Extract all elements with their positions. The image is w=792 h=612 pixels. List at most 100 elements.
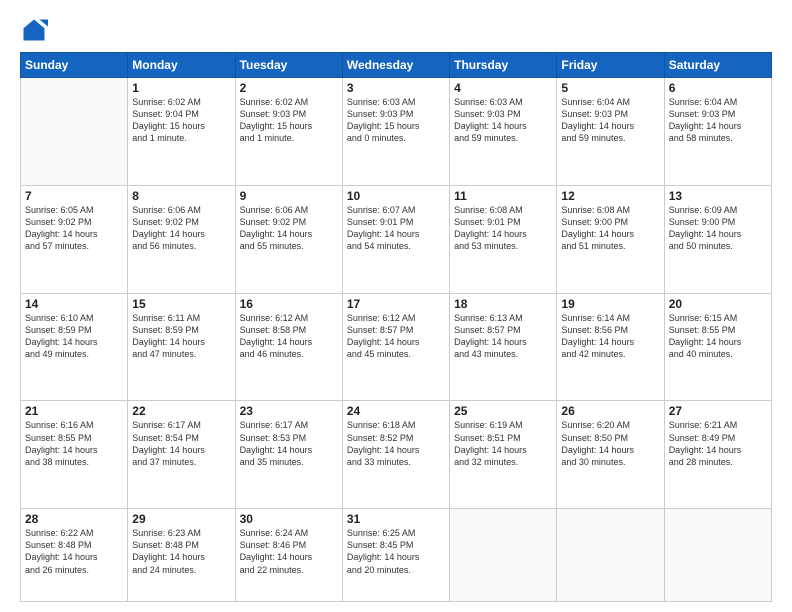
cell-info-text: Sunrise: 6:11 AM Sunset: 8:59 PM Dayligh… — [132, 312, 230, 361]
cell-date-number: 29 — [132, 512, 230, 526]
cell-date-number: 2 — [240, 81, 338, 95]
calendar-cell: 16Sunrise: 6:12 AM Sunset: 8:58 PM Dayli… — [235, 293, 342, 401]
logo-icon — [20, 16, 48, 44]
cell-info-text: Sunrise: 6:20 AM Sunset: 8:50 PM Dayligh… — [561, 419, 659, 468]
cell-info-text: Sunrise: 6:17 AM Sunset: 8:53 PM Dayligh… — [240, 419, 338, 468]
calendar-week-5: 28Sunrise: 6:22 AM Sunset: 8:48 PM Dayli… — [21, 509, 772, 602]
cell-date-number: 16 — [240, 297, 338, 311]
day-header-friday: Friday — [557, 53, 664, 78]
calendar-cell: 25Sunrise: 6:19 AM Sunset: 8:51 PM Dayli… — [450, 401, 557, 509]
cell-info-text: Sunrise: 6:02 AM Sunset: 9:03 PM Dayligh… — [240, 96, 338, 145]
calendar-cell — [557, 509, 664, 602]
cell-info-text: Sunrise: 6:04 AM Sunset: 9:03 PM Dayligh… — [669, 96, 767, 145]
calendar-cell: 29Sunrise: 6:23 AM Sunset: 8:48 PM Dayli… — [128, 509, 235, 602]
calendar-cell: 2Sunrise: 6:02 AM Sunset: 9:03 PM Daylig… — [235, 78, 342, 186]
day-header-monday: Monday — [128, 53, 235, 78]
cell-date-number: 27 — [669, 404, 767, 418]
cell-info-text: Sunrise: 6:08 AM Sunset: 9:00 PM Dayligh… — [561, 204, 659, 253]
day-header-tuesday: Tuesday — [235, 53, 342, 78]
cell-date-number: 15 — [132, 297, 230, 311]
cell-date-number: 6 — [669, 81, 767, 95]
calendar-week-4: 21Sunrise: 6:16 AM Sunset: 8:55 PM Dayli… — [21, 401, 772, 509]
calendar-cell: 1Sunrise: 6:02 AM Sunset: 9:04 PM Daylig… — [128, 78, 235, 186]
calendar-week-3: 14Sunrise: 6:10 AM Sunset: 8:59 PM Dayli… — [21, 293, 772, 401]
cell-date-number: 23 — [240, 404, 338, 418]
calendar-cell — [664, 509, 771, 602]
cell-info-text: Sunrise: 6:07 AM Sunset: 9:01 PM Dayligh… — [347, 204, 445, 253]
cell-info-text: Sunrise: 6:17 AM Sunset: 8:54 PM Dayligh… — [132, 419, 230, 468]
cell-date-number: 9 — [240, 189, 338, 203]
calendar-cell: 12Sunrise: 6:08 AM Sunset: 9:00 PM Dayli… — [557, 185, 664, 293]
calendar-cell: 28Sunrise: 6:22 AM Sunset: 8:48 PM Dayli… — [21, 509, 128, 602]
calendar-cell: 11Sunrise: 6:08 AM Sunset: 9:01 PM Dayli… — [450, 185, 557, 293]
calendar-header-row: SundayMondayTuesdayWednesdayThursdayFrid… — [21, 53, 772, 78]
cell-info-text: Sunrise: 6:14 AM Sunset: 8:56 PM Dayligh… — [561, 312, 659, 361]
calendar-cell: 15Sunrise: 6:11 AM Sunset: 8:59 PM Dayli… — [128, 293, 235, 401]
calendar-cell: 4Sunrise: 6:03 AM Sunset: 9:03 PM Daylig… — [450, 78, 557, 186]
cell-info-text: Sunrise: 6:03 AM Sunset: 9:03 PM Dayligh… — [454, 96, 552, 145]
calendar-cell: 8Sunrise: 6:06 AM Sunset: 9:02 PM Daylig… — [128, 185, 235, 293]
logo — [20, 16, 52, 44]
cell-date-number: 5 — [561, 81, 659, 95]
cell-info-text: Sunrise: 6:02 AM Sunset: 9:04 PM Dayligh… — [132, 96, 230, 145]
cell-date-number: 20 — [669, 297, 767, 311]
cell-info-text: Sunrise: 6:24 AM Sunset: 8:46 PM Dayligh… — [240, 527, 338, 576]
cell-info-text: Sunrise: 6:03 AM Sunset: 9:03 PM Dayligh… — [347, 96, 445, 145]
cell-date-number: 17 — [347, 297, 445, 311]
day-header-thursday: Thursday — [450, 53, 557, 78]
calendar-table: SundayMondayTuesdayWednesdayThursdayFrid… — [20, 52, 772, 602]
cell-info-text: Sunrise: 6:12 AM Sunset: 8:58 PM Dayligh… — [240, 312, 338, 361]
cell-date-number: 4 — [454, 81, 552, 95]
calendar-cell: 5Sunrise: 6:04 AM Sunset: 9:03 PM Daylig… — [557, 78, 664, 186]
cell-date-number: 12 — [561, 189, 659, 203]
cell-date-number: 21 — [25, 404, 123, 418]
calendar-cell: 18Sunrise: 6:13 AM Sunset: 8:57 PM Dayli… — [450, 293, 557, 401]
cell-info-text: Sunrise: 6:19 AM Sunset: 8:51 PM Dayligh… — [454, 419, 552, 468]
header — [20, 16, 772, 44]
calendar-cell — [450, 509, 557, 602]
calendar-cell: 27Sunrise: 6:21 AM Sunset: 8:49 PM Dayli… — [664, 401, 771, 509]
day-header-sunday: Sunday — [21, 53, 128, 78]
cell-info-text: Sunrise: 6:18 AM Sunset: 8:52 PM Dayligh… — [347, 419, 445, 468]
cell-info-text: Sunrise: 6:04 AM Sunset: 9:03 PM Dayligh… — [561, 96, 659, 145]
cell-info-text: Sunrise: 6:06 AM Sunset: 9:02 PM Dayligh… — [132, 204, 230, 253]
cell-info-text: Sunrise: 6:13 AM Sunset: 8:57 PM Dayligh… — [454, 312, 552, 361]
cell-date-number: 8 — [132, 189, 230, 203]
cell-info-text: Sunrise: 6:25 AM Sunset: 8:45 PM Dayligh… — [347, 527, 445, 576]
calendar-cell: 17Sunrise: 6:12 AM Sunset: 8:57 PM Dayli… — [342, 293, 449, 401]
cell-date-number: 26 — [561, 404, 659, 418]
cell-info-text: Sunrise: 6:09 AM Sunset: 9:00 PM Dayligh… — [669, 204, 767, 253]
cell-info-text: Sunrise: 6:08 AM Sunset: 9:01 PM Dayligh… — [454, 204, 552, 253]
calendar-cell: 13Sunrise: 6:09 AM Sunset: 9:00 PM Dayli… — [664, 185, 771, 293]
calendar-cell: 10Sunrise: 6:07 AM Sunset: 9:01 PM Dayli… — [342, 185, 449, 293]
calendar-cell: 30Sunrise: 6:24 AM Sunset: 8:46 PM Dayli… — [235, 509, 342, 602]
cell-date-number: 3 — [347, 81, 445, 95]
cell-info-text: Sunrise: 6:16 AM Sunset: 8:55 PM Dayligh… — [25, 419, 123, 468]
cell-date-number: 7 — [25, 189, 123, 203]
calendar-cell: 6Sunrise: 6:04 AM Sunset: 9:03 PM Daylig… — [664, 78, 771, 186]
cell-info-text: Sunrise: 6:10 AM Sunset: 8:59 PM Dayligh… — [25, 312, 123, 361]
calendar-cell: 26Sunrise: 6:20 AM Sunset: 8:50 PM Dayli… — [557, 401, 664, 509]
cell-date-number: 13 — [669, 189, 767, 203]
cell-info-text: Sunrise: 6:12 AM Sunset: 8:57 PM Dayligh… — [347, 312, 445, 361]
cell-date-number: 31 — [347, 512, 445, 526]
cell-date-number: 25 — [454, 404, 552, 418]
cell-info-text: Sunrise: 6:22 AM Sunset: 8:48 PM Dayligh… — [25, 527, 123, 576]
page: SundayMondayTuesdayWednesdayThursdayFrid… — [0, 0, 792, 612]
cell-date-number: 10 — [347, 189, 445, 203]
calendar-cell: 24Sunrise: 6:18 AM Sunset: 8:52 PM Dayli… — [342, 401, 449, 509]
calendar-cell: 19Sunrise: 6:14 AM Sunset: 8:56 PM Dayli… — [557, 293, 664, 401]
day-header-wednesday: Wednesday — [342, 53, 449, 78]
calendar-cell: 7Sunrise: 6:05 AM Sunset: 9:02 PM Daylig… — [21, 185, 128, 293]
cell-date-number: 14 — [25, 297, 123, 311]
calendar-cell: 21Sunrise: 6:16 AM Sunset: 8:55 PM Dayli… — [21, 401, 128, 509]
calendar-cell: 14Sunrise: 6:10 AM Sunset: 8:59 PM Dayli… — [21, 293, 128, 401]
cell-date-number: 1 — [132, 81, 230, 95]
cell-date-number: 19 — [561, 297, 659, 311]
cell-info-text: Sunrise: 6:23 AM Sunset: 8:48 PM Dayligh… — [132, 527, 230, 576]
cell-date-number: 28 — [25, 512, 123, 526]
calendar-week-1: 1Sunrise: 6:02 AM Sunset: 9:04 PM Daylig… — [21, 78, 772, 186]
calendar-cell: 31Sunrise: 6:25 AM Sunset: 8:45 PM Dayli… — [342, 509, 449, 602]
cell-info-text: Sunrise: 6:15 AM Sunset: 8:55 PM Dayligh… — [669, 312, 767, 361]
cell-date-number: 24 — [347, 404, 445, 418]
